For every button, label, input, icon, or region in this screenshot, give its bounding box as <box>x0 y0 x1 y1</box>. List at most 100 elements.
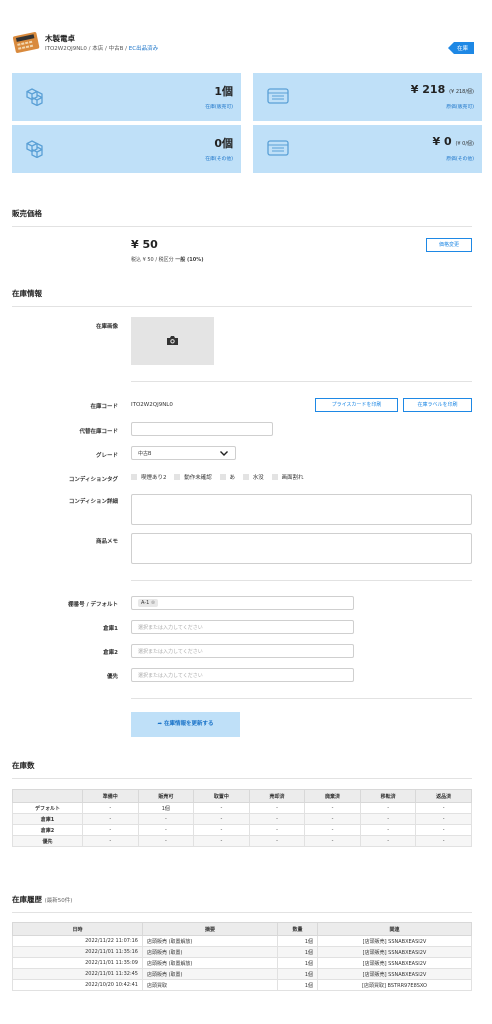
table-row: 2022/11/01 11:35:09 店頭販売 (取置解放) 1個 [店頭販売] S… <box>12 957 472 969</box>
table-cell: 優先 <box>12 835 83 847</box>
condition-tag-checkbox[interactable]: 画面割れ <box>271 474 304 481</box>
warehouse1-input[interactable]: 選択または入力してください <box>131 620 354 634</box>
sales-price-value: ¥ 50 <box>131 238 158 251</box>
related-link[interactable]: [店頭販売] SSNABXEASI2V <box>317 957 472 969</box>
table-cell: 2022/11/01 11:32:45 <box>12 968 143 980</box>
column-header: 移転済 <box>359 789 417 803</box>
camera-icon <box>167 336 178 345</box>
table-cell: 倉庫2 <box>12 824 83 836</box>
print-price-card-button[interactable]: プライスカードを印刷 <box>315 398 398 412</box>
card-label: 在庫(その他) <box>205 157 233 162</box>
alt-code-label: 代替在庫コード <box>79 429 118 435</box>
related-link[interactable]: [店頭販売] SSNABXEASI2V <box>317 968 472 980</box>
history-heading: 在庫履歴 (最新50件) <box>12 894 472 913</box>
shelf-default-label: 棚番号 / デフォルト <box>68 602 118 608</box>
condition-detail-label: コンディション詳細 <box>68 499 118 505</box>
table-cell: 1個 <box>137 802 195 814</box>
table-cell: - <box>82 835 139 847</box>
table-cell: 2022/11/01 11:35:09 <box>12 957 143 969</box>
condition-tag-checkbox[interactable]: 喫煙あり2 <box>131 474 167 481</box>
table-cell: - <box>359 835 417 847</box>
table-cell: - <box>304 813 361 825</box>
status-badge: 在庫 <box>447 42 474 54</box>
card-value: 0個 <box>214 137 233 150</box>
table-cell: 店頭販売 (取置解放) <box>142 935 278 947</box>
table-row: 2022/11/01 11:32:45 店頭販売 (取置) 1個 [店頭販売] SSN… <box>12 968 472 980</box>
boxes-icon <box>26 88 43 106</box>
condition-tags: 喫煙あり2 動作未確認 あ 水没 画面割れ <box>131 473 310 481</box>
table-cell: - <box>248 824 306 836</box>
stock-count-heading: 在庫数 <box>12 760 472 779</box>
table-cell: - <box>415 802 472 814</box>
product-name: 木製電卓 <box>45 34 75 43</box>
sales-price-heading: 販売価格 <box>12 208 472 227</box>
table-cell: - <box>137 824 195 836</box>
table-cell: 1個 <box>277 979 318 991</box>
related-link[interactable]: [店頭販売] SSNABXEASI2V <box>317 946 472 958</box>
condition-tag-checkbox[interactable]: あ <box>219 474 235 481</box>
table-header-row: 日時 摘要 数量 関連 <box>12 922 472 936</box>
divider <box>131 698 472 699</box>
stock-count-table: 準備中 販売可 取置中 売却済 廃棄済 移転済 返品済 デフォルト -1個 - - - - - 倉庫1… <box>12 789 472 847</box>
table-cell: 2022/10/20 10:42:41 <box>12 979 143 991</box>
priority-input[interactable]: 選択または入力してください <box>131 668 354 682</box>
card-label: 原価(販売可) <box>446 105 474 110</box>
warehouse2-input[interactable]: 選択または入力してください <box>131 644 354 658</box>
table-cell: - <box>193 802 250 814</box>
table-row: 2022/10/20 10:42:41 店頭買取 1個 [店頭買取] BSTRR97E… <box>12 979 472 991</box>
ec-status-link[interactable]: EC出品済み <box>129 46 158 52</box>
shelf-default-input[interactable]: A-1 ⊗ <box>131 596 354 610</box>
table-cell: - <box>193 835 250 847</box>
stock-code-label: 在庫コード <box>90 404 118 410</box>
memo-textarea[interactable] <box>131 533 472 564</box>
chevron-down-icon <box>220 451 228 456</box>
table-cell: 店頭販売 (取置) <box>142 946 278 958</box>
history-table: 日時 摘要 数量 関連 2022/11/22 11:07:16 店頭販売 (取置解… <box>12 922 472 991</box>
table-row: デフォルト -1個 - - - - - <box>12 802 472 814</box>
update-stock-button[interactable]: ➦ 在庫情報を更新する <box>131 712 240 737</box>
boxes-icon <box>26 140 43 158</box>
change-price-button[interactable]: 価格変更 <box>426 238 472 252</box>
condition-tag-label: コンディションタグ <box>68 477 118 483</box>
table-cell: - <box>248 802 306 814</box>
table-cell: - <box>82 824 139 836</box>
memo-label: 商品メモ <box>95 539 118 545</box>
table-row: 2022/11/01 11:35:16 店頭販売 (取置) 1個 [店頭販売] SSN… <box>12 946 472 958</box>
image-label: 在庫画像 <box>95 324 118 330</box>
priority-label: 優先 <box>106 674 118 680</box>
table-cell: - <box>82 813 139 825</box>
condition-detail-textarea[interactable] <box>131 494 472 525</box>
related-link[interactable]: [店頭販売] SSNABXEASI2V <box>317 935 472 947</box>
condition-tag-checkbox[interactable]: 動作未確認 <box>174 474 212 481</box>
table-header-row: 準備中 販売可 取置中 売却済 廃棄済 移転済 返品済 <box>12 789 472 803</box>
product-meta: ITO2W2QJ9NL0 / 本店 / 中古B / EC出品済み <box>45 46 159 52</box>
table-cell: 1個 <box>277 935 318 947</box>
share-arrow-icon: ➦ <box>157 721 163 727</box>
table-cell: - <box>415 824 472 836</box>
table-cell: - <box>82 802 139 814</box>
table-cell: 1個 <box>277 946 318 958</box>
shelf-chip[interactable]: A-1 ⊗ <box>138 599 159 607</box>
column-header: 廃棄済 <box>304 789 361 803</box>
table-cell: - <box>137 813 195 825</box>
column-header: 返品済 <box>415 789 472 803</box>
alt-code-input[interactable] <box>131 422 273 436</box>
grade-label: グレード <box>95 453 118 459</box>
related-link[interactable]: [店頭買取] BSTRR97E8SXO <box>317 979 472 991</box>
table-cell: - <box>248 813 306 825</box>
table-row: 倉庫1- - - - - - - <box>12 813 472 825</box>
table-cell: 倉庫1 <box>12 813 83 825</box>
table-cell: - <box>304 835 361 847</box>
grade-select[interactable]: 中古B <box>131 446 236 460</box>
column-header: 取置中 <box>193 789 250 803</box>
card-value: ¥ 0 (¥ 0/個) <box>432 135 474 148</box>
remove-chip-icon: ⊗ <box>150 600 156 606</box>
print-stock-label-button[interactable]: 在庫ラベルを印刷 <box>403 398 472 412</box>
column-header <box>12 789 83 803</box>
cost-sellable-card: ¥ 218 (¥ 218/個) 原価(販売可) <box>253 73 482 121</box>
column-header: 数量 <box>277 922 318 936</box>
condition-tag-checkbox[interactable]: 水没 <box>242 474 264 481</box>
stock-image-upload[interactable] <box>131 317 214 365</box>
column-header: 売却済 <box>248 789 306 803</box>
cost-other-card: ¥ 0 (¥ 0/個) 原価(その他) <box>253 125 482 173</box>
